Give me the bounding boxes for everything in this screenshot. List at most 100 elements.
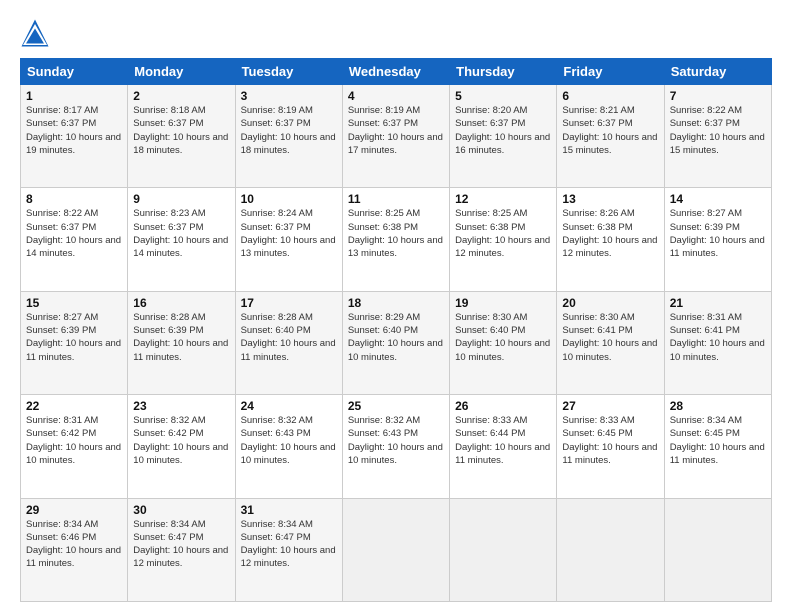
calendar-day-cell: 7 Sunrise: 8:22 AMSunset: 6:37 PMDayligh…	[664, 85, 771, 188]
calendar-week-row: 29 Sunrise: 8:34 AMSunset: 6:46 PMDaylig…	[21, 498, 772, 601]
calendar-day-cell: 3 Sunrise: 8:19 AMSunset: 6:37 PMDayligh…	[235, 85, 342, 188]
day-info: Sunrise: 8:22 AMSunset: 6:37 PMDaylight:…	[26, 207, 122, 260]
calendar-day-cell: 28 Sunrise: 8:34 AMSunset: 6:45 PMDaylig…	[664, 395, 771, 498]
day-info: Sunrise: 8:27 AMSunset: 6:39 PMDaylight:…	[26, 311, 122, 364]
calendar-day-cell	[450, 498, 557, 601]
day-number: 31	[241, 503, 337, 517]
day-info: Sunrise: 8:22 AMSunset: 6:37 PMDaylight:…	[670, 104, 766, 157]
day-info: Sunrise: 8:34 AMSunset: 6:47 PMDaylight:…	[241, 518, 337, 571]
day-number: 23	[133, 399, 229, 413]
day-number: 6	[562, 89, 658, 103]
day-number: 8	[26, 192, 122, 206]
day-info: Sunrise: 8:19 AMSunset: 6:37 PMDaylight:…	[348, 104, 444, 157]
day-number: 15	[26, 296, 122, 310]
day-info: Sunrise: 8:28 AMSunset: 6:39 PMDaylight:…	[133, 311, 229, 364]
day-number: 28	[670, 399, 766, 413]
day-info: Sunrise: 8:33 AMSunset: 6:44 PMDaylight:…	[455, 414, 551, 467]
calendar-day-cell: 26 Sunrise: 8:33 AMSunset: 6:44 PMDaylig…	[450, 395, 557, 498]
calendar-day-cell	[664, 498, 771, 601]
header	[20, 18, 772, 48]
day-info: Sunrise: 8:25 AMSunset: 6:38 PMDaylight:…	[348, 207, 444, 260]
calendar-day-cell: 2 Sunrise: 8:18 AMSunset: 6:37 PMDayligh…	[128, 85, 235, 188]
day-info: Sunrise: 8:19 AMSunset: 6:37 PMDaylight:…	[241, 104, 337, 157]
logo	[20, 18, 54, 48]
day-info: Sunrise: 8:32 AMSunset: 6:43 PMDaylight:…	[241, 414, 337, 467]
calendar-day-cell: 13 Sunrise: 8:26 AMSunset: 6:38 PMDaylig…	[557, 188, 664, 291]
calendar-day-cell: 12 Sunrise: 8:25 AMSunset: 6:38 PMDaylig…	[450, 188, 557, 291]
day-number: 24	[241, 399, 337, 413]
calendar-day-cell	[557, 498, 664, 601]
day-number: 16	[133, 296, 229, 310]
calendar-day-cell: 4 Sunrise: 8:19 AMSunset: 6:37 PMDayligh…	[342, 85, 449, 188]
day-number: 10	[241, 192, 337, 206]
calendar-day-cell: 29 Sunrise: 8:34 AMSunset: 6:46 PMDaylig…	[21, 498, 128, 601]
day-info: Sunrise: 8:23 AMSunset: 6:37 PMDaylight:…	[133, 207, 229, 260]
calendar-day-cell: 23 Sunrise: 8:32 AMSunset: 6:42 PMDaylig…	[128, 395, 235, 498]
calendar-day-cell: 21 Sunrise: 8:31 AMSunset: 6:41 PMDaylig…	[664, 291, 771, 394]
day-info: Sunrise: 8:34 AMSunset: 6:45 PMDaylight:…	[670, 414, 766, 467]
day-number: 7	[670, 89, 766, 103]
calendar-day-header: Sunday	[21, 59, 128, 85]
calendar-day-cell: 14 Sunrise: 8:27 AMSunset: 6:39 PMDaylig…	[664, 188, 771, 291]
day-info: Sunrise: 8:18 AMSunset: 6:37 PMDaylight:…	[133, 104, 229, 157]
day-number: 2	[133, 89, 229, 103]
day-number: 19	[455, 296, 551, 310]
day-info: Sunrise: 8:32 AMSunset: 6:43 PMDaylight:…	[348, 414, 444, 467]
calendar-day-cell: 5 Sunrise: 8:20 AMSunset: 6:37 PMDayligh…	[450, 85, 557, 188]
calendar-day-cell: 20 Sunrise: 8:30 AMSunset: 6:41 PMDaylig…	[557, 291, 664, 394]
calendar-day-cell: 18 Sunrise: 8:29 AMSunset: 6:40 PMDaylig…	[342, 291, 449, 394]
day-info: Sunrise: 8:31 AMSunset: 6:42 PMDaylight:…	[26, 414, 122, 467]
calendar-day-cell: 11 Sunrise: 8:25 AMSunset: 6:38 PMDaylig…	[342, 188, 449, 291]
day-number: 20	[562, 296, 658, 310]
day-info: Sunrise: 8:25 AMSunset: 6:38 PMDaylight:…	[455, 207, 551, 260]
day-info: Sunrise: 8:17 AMSunset: 6:37 PMDaylight:…	[26, 104, 122, 157]
day-number: 21	[670, 296, 766, 310]
calendar-day-cell: 16 Sunrise: 8:28 AMSunset: 6:39 PMDaylig…	[128, 291, 235, 394]
calendar-day-header: Saturday	[664, 59, 771, 85]
calendar-day-header: Thursday	[450, 59, 557, 85]
calendar-day-cell: 6 Sunrise: 8:21 AMSunset: 6:37 PMDayligh…	[557, 85, 664, 188]
calendar-day-cell: 30 Sunrise: 8:34 AMSunset: 6:47 PMDaylig…	[128, 498, 235, 601]
day-info: Sunrise: 8:28 AMSunset: 6:40 PMDaylight:…	[241, 311, 337, 364]
calendar-day-cell: 25 Sunrise: 8:32 AMSunset: 6:43 PMDaylig…	[342, 395, 449, 498]
calendar-header-row: SundayMondayTuesdayWednesdayThursdayFrid…	[21, 59, 772, 85]
day-info: Sunrise: 8:32 AMSunset: 6:42 PMDaylight:…	[133, 414, 229, 467]
day-number: 1	[26, 89, 122, 103]
calendar-day-cell: 9 Sunrise: 8:23 AMSunset: 6:37 PMDayligh…	[128, 188, 235, 291]
day-number: 13	[562, 192, 658, 206]
day-info: Sunrise: 8:31 AMSunset: 6:41 PMDaylight:…	[670, 311, 766, 364]
day-info: Sunrise: 8:30 AMSunset: 6:41 PMDaylight:…	[562, 311, 658, 364]
page: SundayMondayTuesdayWednesdayThursdayFrid…	[0, 0, 792, 612]
day-number: 9	[133, 192, 229, 206]
calendar-table: SundayMondayTuesdayWednesdayThursdayFrid…	[20, 58, 772, 602]
calendar-week-row: 1 Sunrise: 8:17 AMSunset: 6:37 PMDayligh…	[21, 85, 772, 188]
day-info: Sunrise: 8:33 AMSunset: 6:45 PMDaylight:…	[562, 414, 658, 467]
day-info: Sunrise: 8:24 AMSunset: 6:37 PMDaylight:…	[241, 207, 337, 260]
calendar-day-header: Tuesday	[235, 59, 342, 85]
calendar-week-row: 22 Sunrise: 8:31 AMSunset: 6:42 PMDaylig…	[21, 395, 772, 498]
day-info: Sunrise: 8:27 AMSunset: 6:39 PMDaylight:…	[670, 207, 766, 260]
day-number: 12	[455, 192, 551, 206]
calendar-day-header: Monday	[128, 59, 235, 85]
calendar-day-header: Friday	[557, 59, 664, 85]
calendar-day-cell: 27 Sunrise: 8:33 AMSunset: 6:45 PMDaylig…	[557, 395, 664, 498]
day-info: Sunrise: 8:29 AMSunset: 6:40 PMDaylight:…	[348, 311, 444, 364]
day-number: 5	[455, 89, 551, 103]
day-info: Sunrise: 8:30 AMSunset: 6:40 PMDaylight:…	[455, 311, 551, 364]
logo-icon	[20, 18, 50, 48]
day-number: 14	[670, 192, 766, 206]
calendar-week-row: 15 Sunrise: 8:27 AMSunset: 6:39 PMDaylig…	[21, 291, 772, 394]
day-number: 25	[348, 399, 444, 413]
day-number: 29	[26, 503, 122, 517]
day-number: 4	[348, 89, 444, 103]
day-info: Sunrise: 8:26 AMSunset: 6:38 PMDaylight:…	[562, 207, 658, 260]
calendar-day-cell: 8 Sunrise: 8:22 AMSunset: 6:37 PMDayligh…	[21, 188, 128, 291]
day-number: 17	[241, 296, 337, 310]
calendar-day-cell: 19 Sunrise: 8:30 AMSunset: 6:40 PMDaylig…	[450, 291, 557, 394]
calendar-day-cell: 15 Sunrise: 8:27 AMSunset: 6:39 PMDaylig…	[21, 291, 128, 394]
day-number: 30	[133, 503, 229, 517]
day-number: 18	[348, 296, 444, 310]
calendar-day-cell: 10 Sunrise: 8:24 AMSunset: 6:37 PMDaylig…	[235, 188, 342, 291]
day-info: Sunrise: 8:21 AMSunset: 6:37 PMDaylight:…	[562, 104, 658, 157]
day-info: Sunrise: 8:20 AMSunset: 6:37 PMDaylight:…	[455, 104, 551, 157]
